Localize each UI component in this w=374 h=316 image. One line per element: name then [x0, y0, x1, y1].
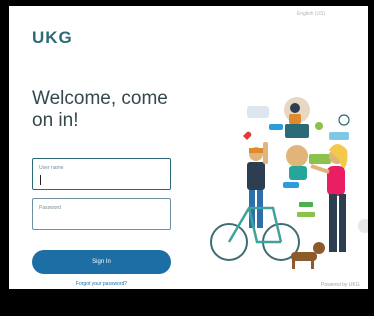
people-illustration	[210, 97, 368, 269]
language-link[interactable]: English (US)	[297, 11, 325, 17]
forgot-password-link[interactable]: Forgot your password?	[32, 281, 171, 287]
sign-in-button[interactable]: Sign In	[32, 250, 171, 274]
heart-icon	[243, 131, 252, 140]
password-field[interactable]: Password	[32, 198, 171, 230]
powered-by-text: Powered by UKG	[321, 282, 360, 288]
welcome-heading: Welcome, come on in!	[32, 88, 168, 131]
ukg-logo: UKG	[32, 28, 73, 47]
login-panel: UKG English (US) Welcome, come on in! Us…	[9, 6, 368, 289]
text-caret	[40, 175, 41, 185]
password-label: Password	[39, 205, 61, 211]
username-label: User name	[39, 165, 64, 171]
username-field[interactable]: User name	[32, 158, 171, 190]
